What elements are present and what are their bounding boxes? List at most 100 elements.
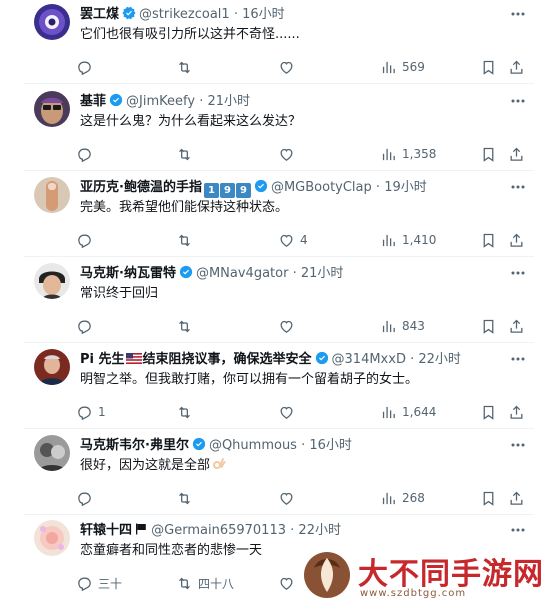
tweet[interactable]: 基菲 @JimKeefy · 21小时 这是什么鬼？为什么看起来这么发达？ 1,3… <box>24 87 534 171</box>
more-dots-icon[interactable] <box>508 263 528 283</box>
views-button[interactable]: 268 <box>380 487 425 509</box>
avatar[interactable] <box>34 177 70 213</box>
action-bar: 4 1,410 <box>76 229 526 251</box>
views-chart-icon <box>382 234 395 246</box>
display-name[interactable]: 亚历克·鲍德温的手指 <box>80 180 202 195</box>
share-button[interactable] <box>508 487 525 509</box>
views-button[interactable]: 569 <box>380 56 425 78</box>
black-flag-icon <box>136 523 146 535</box>
tweet[interactable]: 罢工煤 @strikezcoal1 · 16小时 它们也很有吸引力所以这并不奇怪.… <box>24 0 534 84</box>
timestamp[interactable]: 21小时 <box>207 94 250 109</box>
bookmark-button[interactable] <box>480 143 497 165</box>
retweet-button[interactable] <box>176 143 198 165</box>
like-button[interactable] <box>278 143 300 165</box>
avatar[interactable] <box>34 435 70 471</box>
reply-button[interactable]: 1 <box>76 401 106 423</box>
bookmark-button[interactable] <box>480 229 497 251</box>
views-button[interactable]: 843 <box>380 315 425 337</box>
tweet-header: 马克斯·纳瓦雷特 @MNav4gator · 21小时 <box>80 265 502 283</box>
view-count: 1,410 <box>402 233 437 247</box>
reply-button[interactable]: 三十 <box>76 572 122 594</box>
display-name[interactable]: 马克斯·纳瓦雷特 <box>80 266 176 281</box>
user-handle[interactable]: @314MxxD <box>332 352 406 367</box>
tweet[interactable]: Pi 先生 结束阻挠议事，确保选举安全 @314MxxD · 22小时 明智之举。但… <box>24 345 534 429</box>
timestamp[interactable]: 22小时 <box>418 352 461 367</box>
like-button[interactable] <box>278 572 300 594</box>
user-handle[interactable]: @JimKeefy <box>126 94 195 109</box>
views-button[interactable]: 1,644 <box>380 401 436 423</box>
reply-button[interactable] <box>76 143 98 165</box>
timestamp[interactable]: 19小时 <box>384 180 427 195</box>
user-handle[interactable]: @strikezcoal1 <box>139 7 230 22</box>
display-name[interactable]: 马克斯韦尔·弗里尔 <box>80 438 189 453</box>
tweet-header: 亚历克·鲍德温的手指 1 9 9 @MGBootyClap · 19小时 <box>80 179 502 198</box>
more-dots-icon[interactable] <box>508 349 528 369</box>
share-button[interactable] <box>508 229 525 251</box>
retweet-button[interactable]: 四十八 <box>176 572 234 594</box>
more-dots-icon[interactable] <box>508 177 528 197</box>
display-name[interactable]: 罢工煤 <box>80 7 119 22</box>
retweet-button[interactable] <box>176 315 198 337</box>
like-button[interactable]: 4 <box>278 229 308 251</box>
retweet-button[interactable] <box>176 401 198 423</box>
share-button[interactable] <box>508 143 525 165</box>
views-button[interactable]: 1,410 <box>380 229 436 251</box>
timestamp[interactable]: 16小时 <box>242 7 285 22</box>
more-dots-icon[interactable] <box>508 520 528 540</box>
user-handle[interactable]: @Germain65970113 <box>151 523 286 538</box>
reply-count: 1 <box>98 405 106 419</box>
bookmark-button[interactable] <box>480 487 497 509</box>
more-dots-icon[interactable] <box>508 91 528 111</box>
display-name[interactable]: 轩辕十四 <box>80 523 132 538</box>
action-bar: 268 <box>76 487 526 509</box>
like-button[interactable] <box>278 56 300 78</box>
keycap-digits: 199 <box>203 183 251 198</box>
bookmark-button[interactable] <box>480 56 497 78</box>
avatar[interactable] <box>34 263 70 299</box>
user-handle[interactable]: @MNav4gator <box>196 266 289 281</box>
retweet-button[interactable] <box>176 229 198 251</box>
timestamp[interactable]: 22小时 <box>298 523 341 538</box>
tweet-text: 常识终于回归 <box>80 286 159 301</box>
like-button[interactable] <box>278 401 300 423</box>
like-button[interactable] <box>278 487 300 509</box>
display-name-suffix[interactable]: 结束阻挠议事，确保选举安全 <box>143 352 312 367</box>
retweet-icon <box>179 577 190 589</box>
tweet-text-wrap: 很好，因为这就是全部 <box>80 457 514 475</box>
avatar[interactable] <box>34 349 70 385</box>
user-handle[interactable]: @Qhummous <box>209 438 297 453</box>
views-button[interactable]: 1,358 <box>380 143 436 165</box>
avatar[interactable] <box>34 520 70 556</box>
more-dots-icon[interactable] <box>508 435 528 455</box>
user-handle[interactable]: @MGBootyClap <box>271 180 372 195</box>
bookmark-button[interactable] <box>480 315 497 337</box>
retweet-button[interactable] <box>176 56 198 78</box>
reply-button[interactable] <box>76 229 98 251</box>
share-button[interactable] <box>508 315 525 337</box>
more-dots-icon[interactable] <box>508 4 528 24</box>
share-button[interactable] <box>508 401 525 423</box>
verified-badge-icon <box>122 6 136 20</box>
avatar[interactable] <box>34 91 70 127</box>
tweet[interactable]: 马克斯·纳瓦雷特 @MNav4gator · 21小时 常识终于回归 843 <box>24 259 534 343</box>
reply-button[interactable] <box>76 315 98 337</box>
tweet[interactable]: 亚历克·鲍德温的手指 1 9 9 @MGBootyClap · 19小时 完美。我希望他… <box>24 173 534 257</box>
share-button[interactable] <box>508 56 525 78</box>
like-button[interactable] <box>278 315 300 337</box>
heart-icon <box>280 492 293 505</box>
heart-icon <box>280 61 293 74</box>
display-name-prefix[interactable]: Pi 先生 <box>80 352 125 367</box>
tweet[interactable]: 马克斯韦尔·弗里尔 @Qhummous · 16小时 很好，因为这就是全部 268 <box>24 431 534 515</box>
timestamp[interactable]: 21小时 <box>301 266 344 281</box>
display-name[interactable]: 基菲 <box>80 94 106 109</box>
avatar[interactable] <box>34 4 70 40</box>
retweet-button[interactable] <box>176 487 198 509</box>
bookmark-button[interactable] <box>480 401 497 423</box>
views-chart-icon <box>382 148 395 160</box>
reply-icon <box>78 492 91 506</box>
tweet-header: Pi 先生 结束阻挠议事，确保选举安全 @314MxxD · 22小时 <box>80 351 502 369</box>
timestamp[interactable]: 16小时 <box>309 438 352 453</box>
reply-button[interactable] <box>76 487 98 509</box>
reply-button[interactable] <box>76 56 98 78</box>
bookmark-icon <box>483 319 494 334</box>
